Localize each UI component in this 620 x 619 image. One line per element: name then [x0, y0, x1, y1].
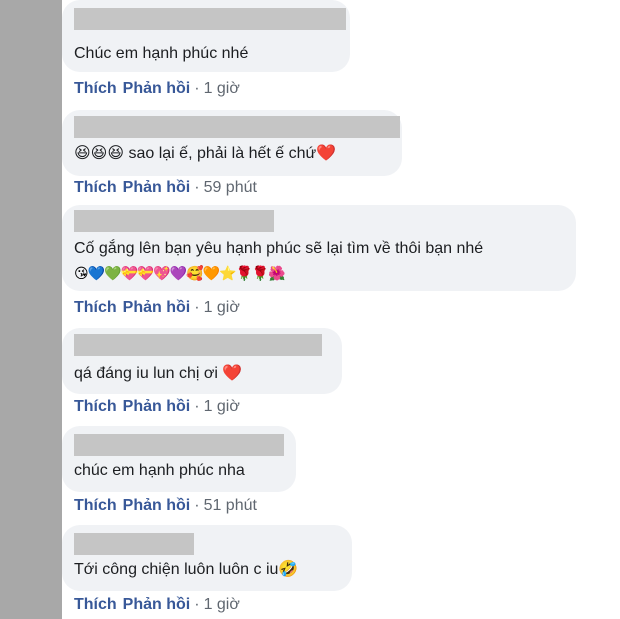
comment-timestamp[interactable]: 1 giờ	[204, 398, 240, 415]
comment-text: Tới công chiện luôn luôn c iu🤣	[74, 561, 299, 578]
comment-actions: Thích Phản hồi · 51 phút	[74, 497, 257, 515]
reply-button[interactable]: Phản hồi	[123, 80, 191, 97]
comment-timestamp[interactable]: 51 phút	[204, 497, 257, 514]
comment: Cố gắng lên bạn yêu hạnh phúc sẽ lại tìm…	[62, 205, 576, 316]
redacted-author-name	[74, 434, 284, 456]
comment-actions: Thích Phản hồi · 1 giờ	[74, 299, 240, 317]
comment-text: qá đáng iu lun chị ơi ❤️	[74, 365, 243, 382]
reply-button[interactable]: Phản hồi	[123, 497, 191, 514]
comment: 😆😆😆 sao lại ế, phải là hết ế chứ❤️ Thích…	[62, 110, 402, 196]
comment-timestamp[interactable]: 1 giờ	[204, 299, 240, 316]
comment-bubble: qá đáng iu lun chị ơi ❤️	[62, 328, 342, 394]
redacted-author-name	[74, 210, 274, 232]
redacted-author-name	[74, 116, 400, 138]
separator-dot: ·	[194, 398, 200, 415]
like-button[interactable]: Thích	[74, 80, 117, 97]
comment-bubble: Chúc em hạnh phúc nhé	[62, 0, 350, 72]
comment-text: Cố gắng lên bạn yêu hạnh phúc sẽ lại tìm…	[74, 240, 484, 257]
like-button[interactable]: Thích	[74, 497, 117, 514]
comment-text: 😆😆😆 sao lại ế, phải là hết ế chứ❤️	[74, 145, 337, 162]
comment-actions: Thích Phản hồi · 59 phút	[74, 179, 257, 197]
reply-button[interactable]: Phản hồi	[123, 299, 191, 316]
like-button[interactable]: Thích	[74, 596, 117, 613]
separator-dot: ·	[194, 299, 200, 316]
redacted-author-name	[74, 8, 346, 30]
reply-button[interactable]: Phản hồi	[123, 596, 191, 613]
separator-dot: ·	[194, 497, 200, 514]
comment-actions: Thích Phản hồi · 1 giờ	[74, 80, 240, 98]
like-button[interactable]: Thích	[74, 398, 117, 415]
left-strip	[0, 0, 62, 619]
comment-text: chúc em hạnh phúc nha	[74, 462, 245, 479]
comment-actions: Thích Phản hồi · 1 giờ	[74, 398, 240, 416]
comment-timestamp[interactable]: 59 phút	[204, 179, 257, 196]
comment: Tới công chiện luôn luôn c iu🤣 Thích Phản…	[62, 525, 352, 613]
emoji-row: 😘💙💚💝💝💖💜🥰🧡⭐🌹🌹🌺	[74, 265, 286, 281]
comment-timestamp[interactable]: 1 giờ	[204, 596, 240, 613]
like-button[interactable]: Thích	[74, 179, 117, 196]
comment-bubble: chúc em hạnh phúc nha	[62, 426, 296, 492]
comment: qá đáng iu lun chị ơi ❤️ Thích Phản hồi · 1…	[62, 328, 342, 415]
separator-dot: ·	[194, 80, 200, 97]
comment: Chúc em hạnh phúc nhé Thích Phản hồi · 1 gi…	[62, 0, 350, 97]
comment-actions: Thích Phản hồi · 1 giờ	[74, 596, 240, 614]
comment: chúc em hạnh phúc nha Thích Phản hồi · 51 p…	[62, 426, 296, 514]
comment-timestamp[interactable]: 1 giờ	[204, 80, 240, 97]
comment-bubble: 😆😆😆 sao lại ế, phải là hết ế chứ❤️	[62, 110, 402, 176]
reply-button[interactable]: Phản hồi	[123, 398, 191, 415]
redacted-author-name	[74, 533, 194, 555]
comment-bubble: Tới công chiện luôn luôn c iu🤣	[62, 525, 352, 591]
reply-button[interactable]: Phản hồi	[123, 179, 191, 196]
like-button[interactable]: Thích	[74, 299, 117, 316]
comment-text: Chúc em hạnh phúc nhé	[74, 45, 249, 62]
comment-bubble: Cố gắng lên bạn yêu hạnh phúc sẽ lại tìm…	[62, 205, 576, 291]
redacted-author-name	[74, 334, 322, 356]
separator-dot: ·	[194, 179, 200, 196]
separator-dot: ·	[194, 596, 200, 613]
